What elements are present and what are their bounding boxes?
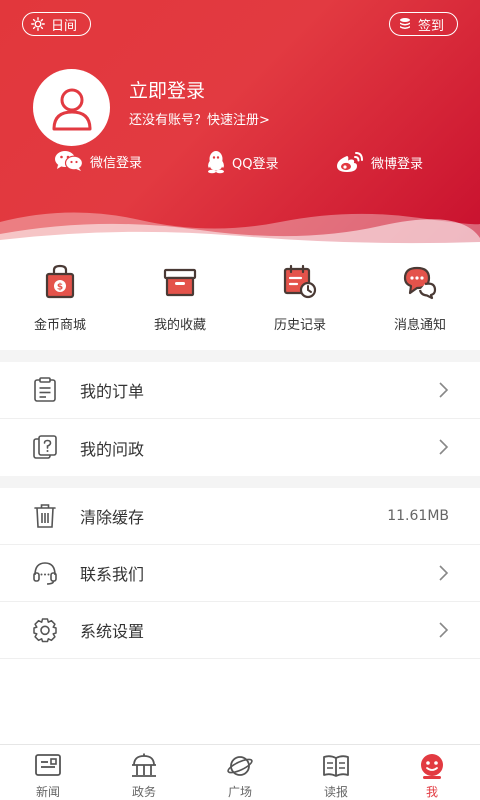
svg-text:$: $ [57, 283, 63, 293]
order-list-icon [34, 377, 56, 402]
weibo-icon [337, 152, 363, 172]
menu-row-my-politics[interactable]: 我的问政 [0, 419, 480, 476]
chevron-right-icon [439, 382, 449, 398]
tab-label: 我 [425, 785, 438, 799]
day-mode-label: 日间 [51, 18, 78, 34]
tab-news[interactable]: 新闻 [0, 745, 96, 800]
qq-login-label: QQ登录 [232, 156, 279, 172]
weibo-login-button[interactable]: 微博登录 [335, 150, 423, 174]
quick-label: 消息通知 [393, 318, 446, 333]
quick-item-history[interactable]: 历史记录 [240, 262, 360, 342]
quick-item-favorites[interactable]: 我的收藏 [120, 262, 240, 342]
coin-stack-icon [400, 18, 410, 29]
planet-icon [227, 756, 253, 776]
day-mode-toggle[interactable]: 日间 [22, 12, 91, 36]
coin-bag-icon: $ [45, 264, 75, 299]
wechat-login-label: 微信登录 [90, 155, 143, 171]
news-icon [35, 754, 61, 776]
profile-face-icon [421, 754, 443, 779]
wechat-login-button[interactable]: 微信登录 [54, 150, 142, 172]
chevron-right-icon [439, 565, 449, 581]
favorite-box-icon [163, 268, 197, 297]
header-wave [0, 212, 480, 250]
menu-row-clear-cache[interactable]: 清除缓存 11.61MB [0, 488, 480, 545]
weibo-login-label: 微博登录 [371, 156, 424, 172]
tab-label: 读报 [323, 785, 348, 799]
sun-icon [31, 17, 45, 31]
register-link[interactable]: 还没有账号？快速注册> [129, 109, 270, 128]
menu-label: 清除缓存 [80, 508, 145, 527]
trash-icon [34, 504, 56, 528]
tab-label: 广场 [227, 785, 252, 799]
wechat-icon [55, 151, 84, 171]
avatar[interactable] [33, 69, 110, 146]
tab-square[interactable]: 广场 [192, 745, 288, 800]
history-calendar-icon [283, 264, 317, 299]
quick-actions: $ 金币商城 我的收藏 历史记录 消息通知 [0, 262, 480, 342]
menu-row-settings[interactable]: 系统设置 [0, 602, 480, 659]
quick-label: 金币商城 [33, 318, 86, 333]
quick-item-coin-mall[interactable]: $ 金币商城 [0, 262, 120, 342]
question-doc-icon [33, 435, 57, 459]
section-divider [0, 350, 480, 362]
menu-label: 我的订单 [80, 382, 145, 401]
message-bubble-icon [403, 266, 437, 300]
tab-label: 新闻 [35, 785, 60, 799]
tab-government[interactable]: 政务 [96, 745, 192, 800]
qq-login-button[interactable]: QQ登录 [206, 150, 278, 174]
tab-me[interactable]: 我 [384, 745, 480, 800]
menu-label: 联系我们 [80, 565, 145, 584]
quick-label: 我的收藏 [153, 318, 206, 333]
profile-header: 日间 签到 立即登录 还没有账号？快速注册> 微信登录 QQ登录 微博登录 [0, 0, 480, 250]
menu-label: 我的问政 [80, 439, 145, 459]
bottom-tab-bar: 新闻 政务 广场 读报 我 [0, 744, 480, 800]
login-title[interactable]: 立即登录 [129, 76, 205, 103]
headset-icon [33, 562, 57, 585]
cache-size-value: 11.61MB [387, 508, 449, 524]
menu-row-contact-us[interactable]: 联系我们 [0, 545, 480, 602]
tab-read-paper[interactable]: 读报 [288, 745, 384, 800]
tab-label: 政务 [131, 785, 156, 799]
chevron-right-icon [439, 439, 449, 455]
quick-label: 历史记录 [273, 318, 326, 333]
quick-item-messages[interactable]: 消息通知 [360, 262, 480, 342]
menu-row-orders[interactable]: 我的订单 [0, 362, 480, 419]
chevron-right-icon [439, 622, 449, 638]
book-icon [323, 755, 349, 777]
qq-icon [208, 151, 224, 174]
sign-in-label: 签到 [418, 18, 445, 34]
gear-icon [33, 618, 57, 643]
user-icon [52, 88, 91, 130]
government-icon [132, 753, 156, 777]
menu-label: 系统设置 [80, 622, 145, 641]
section-divider [0, 476, 480, 488]
sign-in-button[interactable]: 签到 [389, 12, 458, 36]
